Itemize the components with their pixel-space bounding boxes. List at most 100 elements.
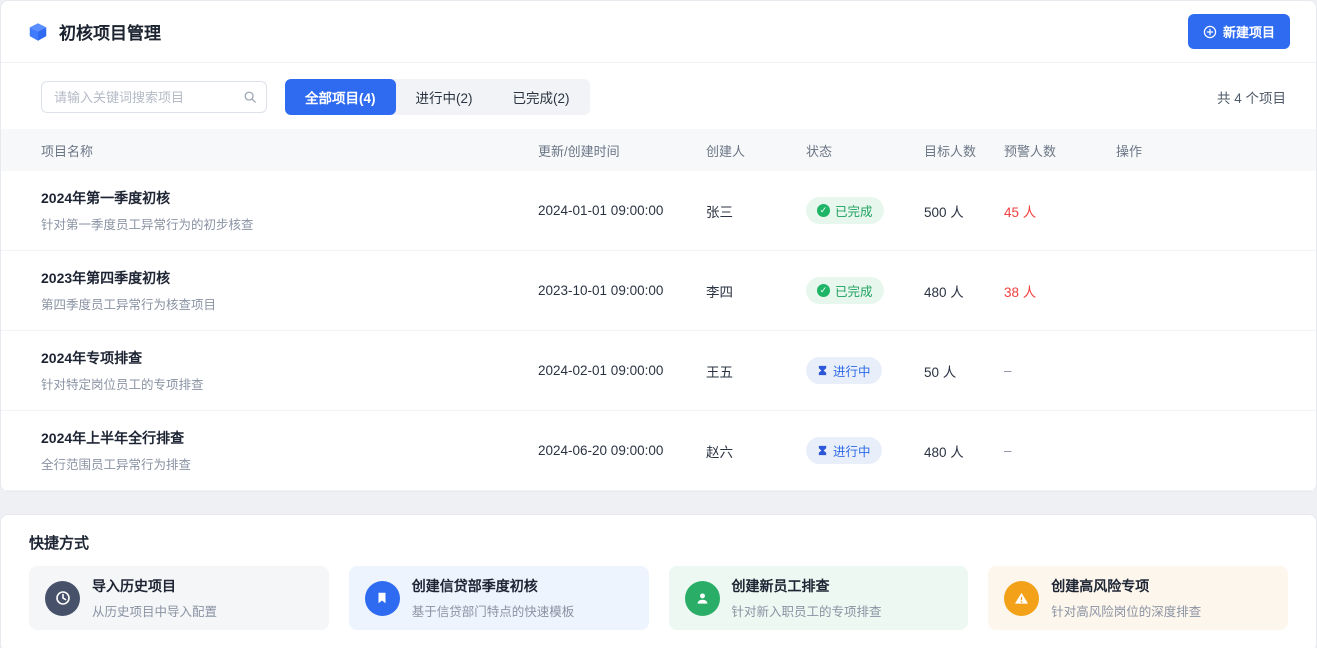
page-title: 初核项目管理 [59, 19, 161, 44]
row-status-cell: ✓ 已完成 [806, 277, 924, 304]
row-warning-cell: 45 人 [1004, 201, 1116, 221]
shortcut-desc: 基于信贷部门特点的快速模板 [412, 601, 575, 620]
clock-icon [45, 581, 80, 616]
status-badge: ✓ 已完成 [806, 277, 884, 304]
filter-tabs: 全部项目(4) 进行中(2) 已完成(2) [285, 79, 590, 115]
column-header-creator: 创建人 [706, 141, 806, 160]
table-row: 2024年第一季度初核 针对第一季度员工异常行为的初步核查 2024-01-01… [1, 171, 1316, 251]
check-circle-icon: ✓ [817, 284, 830, 297]
status-badge: ✓ 已完成 [806, 197, 884, 224]
plus-circle-icon [1203, 25, 1217, 39]
user-icon [685, 581, 720, 616]
column-header-time: 更新/创建时间 [538, 141, 706, 160]
table-row: 2024年上半年全行排查 全行范围员工异常行为排查 2024-06-20 09:… [1, 411, 1316, 491]
row-time: 2024-01-01 09:00:00 [538, 203, 706, 218]
table-row: 2023年第四季度初核 第四季度员工异常行为核查项目 2023-10-01 09… [1, 251, 1316, 331]
table-header: 项目名称 更新/创建时间 创建人 状态 目标人数 预警人数 操作 [1, 129, 1316, 171]
page-header: 初核项目管理 新建项目 [1, 1, 1316, 63]
project-name-cell: 2024年第一季度初核 针对第一季度员工异常行为的初步核查 [41, 188, 538, 233]
row-time: 2024-06-20 09:00:00 [538, 443, 706, 458]
shortcut-desc: 针对新入职员工的专项排查 [732, 601, 882, 620]
shortcut-title: 导入历史项目 [92, 576, 217, 596]
row-warning: 45 人 [1004, 205, 1036, 220]
column-header-actions: 操作 [1116, 141, 1286, 160]
tab-in-progress[interactable]: 进行中(2) [396, 79, 493, 115]
project-desc: 针对第一季度员工异常行为的初步核查 [41, 214, 538, 233]
page: 初核项目管理 新建项目 全部项目(4) 进行中(2) [0, 0, 1317, 648]
row-warning-cell: 38 人 [1004, 281, 1116, 301]
hourglass-icon [817, 445, 828, 456]
status-badge: ✓ 进行中 [806, 437, 882, 464]
project-name-cell: 2023年第四季度初核 第四季度员工异常行为核查项目 [41, 268, 538, 313]
row-creator: 王五 [706, 361, 806, 381]
row-warning-cell: – [1004, 443, 1116, 458]
shortcut-text: 创建高风险专项 针对高风险岗位的深度排查 [1051, 576, 1201, 620]
status-badge: ✓ 进行中 [806, 357, 882, 384]
column-header-target: 目标人数 [924, 141, 1004, 160]
row-target: 500 人 [924, 201, 1004, 221]
shortcuts-panel: 快捷方式 导入历史项目 从历史项目中导入配置 [0, 514, 1317, 648]
search-box [41, 81, 267, 113]
check-circle-icon: ✓ [817, 204, 830, 217]
warning-triangle-icon [1004, 581, 1039, 616]
row-status-cell: ✓ 进行中 [806, 437, 924, 464]
project-name: 2024年上半年全行排查 [41, 428, 538, 448]
bookmark-icon [365, 581, 400, 616]
table-body: 2024年第一季度初核 针对第一季度员工异常行为的初步核查 2024-01-01… [1, 171, 1316, 491]
shortcut-desc: 针对高风险岗位的深度排查 [1051, 601, 1201, 620]
toolbar: 全部项目(4) 进行中(2) 已完成(2) 共 4 个项目 [1, 63, 1316, 129]
project-desc: 第四季度员工异常行为核查项目 [41, 294, 538, 313]
project-desc: 全行范围员工异常行为排查 [41, 454, 538, 473]
shortcut-import-history[interactable]: 导入历史项目 从历史项目中导入配置 [29, 566, 329, 630]
row-target: 50 人 [924, 361, 1004, 381]
column-header-name: 项目名称 [41, 141, 538, 160]
project-name-cell: 2024年专项排查 针对特定岗位员工的专项排查 [41, 348, 538, 393]
project-name-cell: 2024年上半年全行排查 全行范围员工异常行为排查 [41, 428, 538, 473]
hourglass-icon [817, 365, 828, 376]
row-status-cell: ✓ 已完成 [806, 197, 924, 224]
row-creator: 张三 [706, 201, 806, 221]
shortcut-desc: 从历史项目中导入配置 [92, 601, 217, 620]
shortcuts-title: 快捷方式 [29, 532, 1288, 553]
shortcut-title: 创建信贷部季度初核 [412, 576, 575, 596]
status-label: 已完成 [835, 201, 873, 220]
row-warning: – [1004, 443, 1012, 458]
tab-completed[interactable]: 已完成(2) [493, 79, 590, 115]
row-status-cell: ✓ 进行中 [806, 357, 924, 384]
page-header-left: 初核项目管理 [27, 19, 161, 44]
shortcut-new-employee-screening[interactable]: 创建新员工排查 针对新入职员工的专项排查 [669, 566, 969, 630]
new-project-button-label: 新建项目 [1223, 22, 1275, 41]
row-creator: 李四 [706, 281, 806, 301]
project-name: 2024年第一季度初核 [41, 188, 538, 208]
shortcut-title: 创建高风险专项 [1051, 576, 1201, 596]
shortcut-text: 创建新员工排查 针对新入职员工的专项排查 [732, 576, 882, 620]
row-time: 2023-10-01 09:00:00 [538, 283, 706, 298]
search-icon[interactable] [243, 90, 257, 104]
row-creator: 赵六 [706, 441, 806, 461]
project-name: 2024年专项排查 [41, 348, 538, 368]
shortcut-credit-dept-review[interactable]: 创建信贷部季度初核 基于信贷部门特点的快速模板 [349, 566, 649, 630]
row-target: 480 人 [924, 281, 1004, 301]
cube-icon [27, 21, 49, 43]
status-label: 进行中 [833, 441, 871, 460]
new-project-button[interactable]: 新建项目 [1188, 14, 1290, 49]
column-header-status: 状态 [806, 141, 924, 160]
shortcut-title: 创建新员工排查 [732, 576, 882, 596]
project-desc: 针对特定岗位员工的专项排查 [41, 374, 538, 393]
row-target: 480 人 [924, 441, 1004, 461]
status-label: 进行中 [833, 361, 871, 380]
column-header-warning: 预警人数 [1004, 141, 1116, 160]
shortcut-text: 创建信贷部季度初核 基于信贷部门特点的快速模板 [412, 576, 575, 620]
search-input[interactable] [41, 81, 267, 113]
row-warning: – [1004, 363, 1012, 378]
main-panel: 初核项目管理 新建项目 全部项目(4) 进行中(2) [0, 0, 1317, 492]
total-count: 共 4 个项目 [1217, 87, 1286, 107]
shortcut-high-risk-special[interactable]: 创建高风险专项 针对高风险岗位的深度排查 [988, 566, 1288, 630]
row-time: 2024-02-01 09:00:00 [538, 363, 706, 378]
project-name: 2023年第四季度初核 [41, 268, 538, 288]
shortcuts-row: 导入历史项目 从历史项目中导入配置 创建信贷部季度初核 基于信贷部门特点的快速模… [29, 566, 1288, 630]
row-warning-cell: – [1004, 363, 1116, 378]
shortcut-text: 导入历史项目 从历史项目中导入配置 [92, 576, 217, 620]
tab-all-projects[interactable]: 全部项目(4) [285, 79, 396, 115]
status-label: 已完成 [835, 281, 873, 300]
